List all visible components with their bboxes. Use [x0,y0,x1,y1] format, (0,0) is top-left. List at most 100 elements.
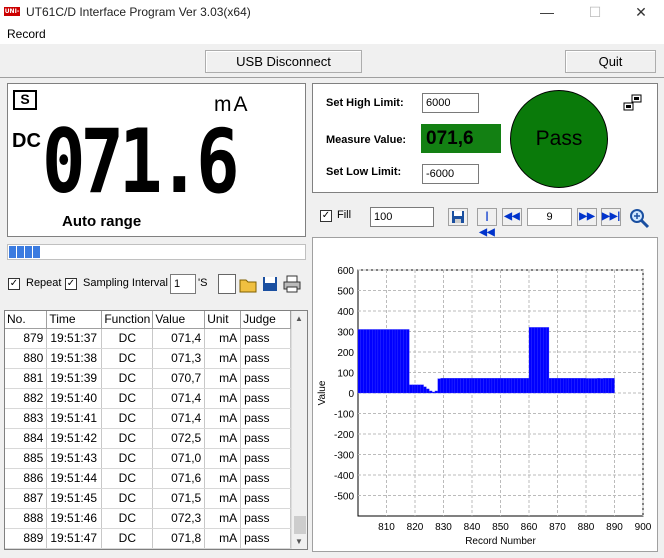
table-cell: pass [240,388,291,409]
next-page-icon[interactable]: ▶▶ [577,208,597,226]
y-tick-label: 100 [337,369,354,380]
table-cell: pass [240,328,291,349]
table-cell: DC [101,368,154,389]
table-row[interactable]: 879 19:51:37 DC 071,4 mA pass [5,328,291,349]
column-header[interactable]: Time [46,311,103,329]
table-row[interactable]: 888 19:51:46 DC 072,3 mA pass [5,508,291,529]
close-button[interactable]: ✕ [618,0,664,24]
table-row[interactable]: 883 19:51:41 DC 071,4 mA pass [5,408,291,429]
chart-bar [377,329,381,394]
high-limit-label: Set High Limit: [326,97,404,109]
maximize-button[interactable]: ☐ [572,0,618,24]
table-cell: pass [240,348,291,369]
scroll-up-icon[interactable]: ▲ [295,314,303,323]
table-row[interactable]: 884 19:51:42 DC 072,5 mA pass [5,428,291,449]
chart-bar [506,378,510,394]
table-row[interactable]: 886 19:51:44 DC 071,6 mA pass [5,468,291,489]
table-cell: mA [204,408,242,429]
open-folder-icon[interactable] [238,274,258,294]
table-body: 879 19:51:37 DC 071,4 mA pass 880 19:51:38 DC 071… [5,328,291,549]
table-row[interactable]: 887 19:51:45 DC 071,5 mA pass [5,488,291,509]
low-limit-label: Set Low Limit: [326,166,402,178]
chart-bar [463,378,467,394]
column-header[interactable]: Judge [240,311,291,329]
chart-bar [545,327,550,394]
fill-checkbox[interactable]: ✓ [320,210,332,222]
y-tick-label: -200 [334,430,354,441]
low-limit-input[interactable]: -6000 [422,164,479,184]
y-tick-label: 600 [337,266,354,277]
chart-bar [597,378,601,394]
judge-indicator: Pass [510,90,608,188]
record-count-input[interactable]: 100 [370,207,434,227]
table-cell: 879 [5,328,48,349]
scroll-down-icon[interactable]: ▼ [295,537,303,546]
chart-bar [460,378,464,394]
menu-record[interactable]: Record [7,27,46,41]
page-number[interactable]: 9 [527,208,572,226]
prev-page-icon[interactable]: ◀◀ [502,208,522,226]
last-page-icon[interactable]: ▶▶| [601,208,621,226]
new-file-icon[interactable] [218,274,236,294]
y-axis-label: Value [317,380,328,405]
x-axis-label: Record Number [465,536,536,547]
chart-bar [602,378,607,394]
table-row[interactable]: 885 19:51:43 DC 071,0 mA pass [5,448,291,469]
table-cell: 071,0 [152,448,206,469]
usb-disconnect-button[interactable]: USB Disconnect [205,50,362,73]
chart-bar [554,378,558,394]
table-cell: pass [240,528,291,549]
table-row[interactable]: 880 19:51:38 DC 071,3 mA pass [5,348,291,369]
first-page-icon[interactable]: |◀◀ [477,208,497,238]
chart-bar [434,390,438,394]
table-cell: mA [204,368,242,389]
column-header[interactable]: Unit [204,311,242,329]
column-header[interactable]: No. [5,311,48,329]
chart-bar [440,378,444,394]
quit-button[interactable]: Quit [565,50,656,73]
minimize-button[interactable]: — [524,0,570,24]
progress-cells [9,246,41,261]
table-row[interactable]: 881 19:51:39 DC 070,7 mA pass [5,368,291,389]
table-cell: 19:51:38 [46,348,103,369]
chart-bar [443,378,447,394]
chart-bar [471,378,475,394]
interval-checkbox[interactable]: ✓ [65,278,77,290]
save-icon[interactable] [448,208,468,226]
chart-bar [585,378,589,394]
zoom-icon[interactable] [628,207,650,229]
chart-bar [366,329,370,394]
table-cell: 19:51:40 [46,388,103,409]
table-cell: mA [204,428,242,449]
table-cell: 19:51:45 [46,488,103,509]
network-icon[interactable] [623,94,643,112]
table-cell: DC [101,528,154,549]
repeat-checkbox[interactable]: ✓ [8,278,20,290]
chart-bar [394,329,399,394]
column-header[interactable]: Function [101,311,154,329]
table-scrollbar[interactable]: ▲ ▼ [291,311,307,549]
scroll-thumb[interactable] [294,516,306,534]
table-cell: mA [204,328,242,349]
table-header-row: No. Time Function Value Unit Judge [5,311,291,329]
save-file-icon[interactable] [260,274,280,294]
table-cell: 071,5 [152,488,206,509]
chart-bar [528,327,532,394]
table-row[interactable]: 889 19:51:47 DC 071,8 mA pass [5,528,291,549]
y-tick-label: 400 [337,307,354,318]
x-tick-label: 830 [435,522,452,533]
column-header[interactable]: Value [152,311,206,329]
chart-bar [363,329,367,394]
y-tick-label: 0 [348,389,354,400]
table-row[interactable]: 882 19:51:40 DC 071,4 mA pass [5,388,291,409]
records-table-container: No. Time Function Value Unit Judge 879 19:51:3… [4,310,308,550]
y-tick-label: 500 [337,287,354,298]
table-cell: mA [204,388,242,409]
print-icon[interactable] [282,274,302,294]
chart-bar [517,378,521,394]
table-cell: DC [101,348,154,369]
table-cell: pass [240,488,291,509]
chart-bar [511,378,515,394]
high-limit-input[interactable]: 6000 [422,93,479,113]
interval-input[interactable]: 1 [170,274,196,294]
